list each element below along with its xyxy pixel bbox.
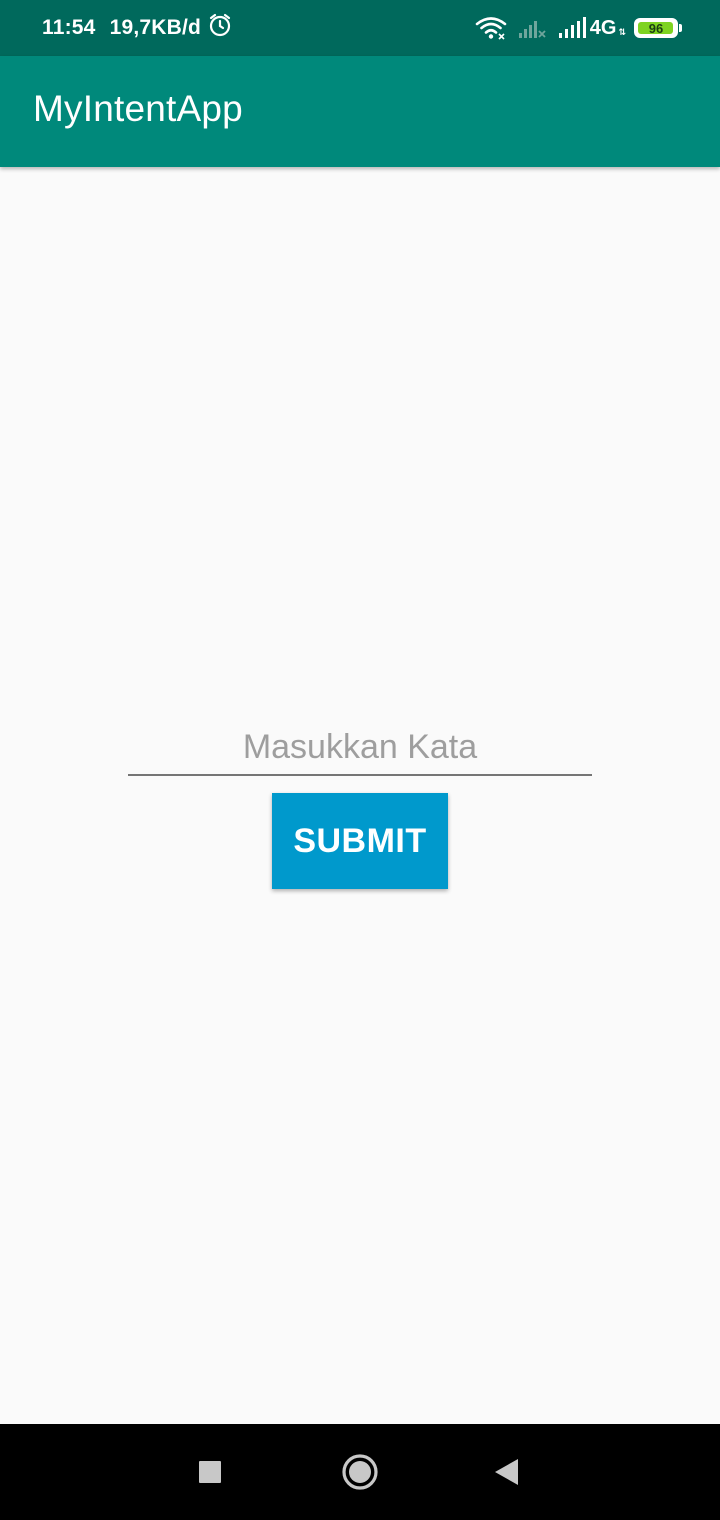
battery-cap: [679, 24, 682, 32]
signal-sim1-icon: [518, 17, 546, 39]
status-data-speed: 19,7KB/d: [109, 16, 202, 39]
status-bar: 11:54 19,7KB/d 4G ⇅ 96: [0, 0, 720, 56]
back-button[interactable]: [458, 1424, 554, 1520]
screen: 11:54 19,7KB/d 4G ⇅ 96 MyIntentApp Masuk…: [0, 0, 720, 1520]
app-bar: MyIntentApp: [0, 56, 720, 167]
recents-button[interactable]: [162, 1424, 258, 1520]
status-time: 11:54: [42, 16, 96, 39]
home-icon: [342, 1454, 378, 1490]
submit-button[interactable]: SUBMIT: [272, 793, 448, 889]
battery-icon: 96: [634, 18, 678, 38]
home-button[interactable]: [312, 1424, 408, 1520]
word-input-container: [128, 720, 592, 776]
app-title: MyIntentApp: [33, 88, 243, 129]
network-activity: ⇅: [618, 27, 626, 37]
battery-level: 96: [648, 20, 664, 36]
word-input[interactable]: [128, 720, 592, 774]
status-left: 11:54 19,7KB/d: [42, 12, 233, 44]
signal-sim2-icon: [558, 17, 586, 39]
alarm-icon: [207, 12, 233, 44]
status-right: 4G ⇅ 96: [474, 12, 682, 44]
recents-icon: [199, 1461, 221, 1483]
navigation-bar: [0, 1424, 720, 1520]
back-icon: [495, 1459, 518, 1485]
wifi-icon: [474, 15, 508, 41]
network-type: 4G: [589, 16, 617, 39]
